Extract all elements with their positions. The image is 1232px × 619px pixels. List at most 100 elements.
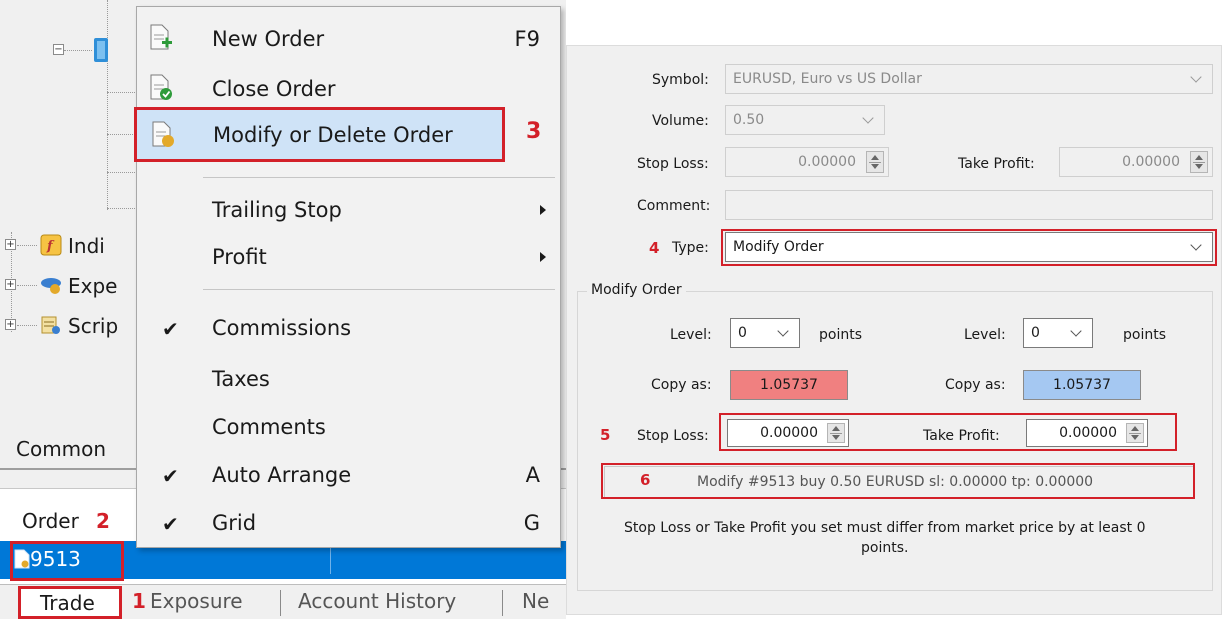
checkmark-icon: ✔ bbox=[162, 317, 179, 341]
copy-as-label-left: Copy as: bbox=[651, 377, 712, 393]
highlight-box bbox=[601, 463, 1195, 499]
symbol-select[interactable]: EURUSD, Euro vs US Dollar bbox=[725, 64, 1213, 94]
step-badge-4: 4 bbox=[649, 239, 660, 257]
close-order-icon bbox=[150, 74, 172, 100]
expert-icon bbox=[41, 278, 61, 294]
symbol-label: Symbol: bbox=[652, 72, 709, 88]
type-label: Type: bbox=[672, 240, 709, 256]
tree-expand-icon[interactable]: + bbox=[5, 319, 16, 330]
tree-item-scripts[interactable]: Scrip bbox=[68, 314, 118, 338]
menu-item-auto-arrange[interactable]: ✔ Auto Arrange A bbox=[137, 455, 562, 495]
highlight-box bbox=[719, 413, 1177, 451]
tab-news[interactable]: Ne bbox=[522, 589, 549, 613]
menu-item-label: Close Order bbox=[212, 77, 336, 101]
volume-label: Volume: bbox=[652, 113, 709, 129]
highlight-box bbox=[721, 229, 1217, 266]
column-divider bbox=[330, 548, 331, 574]
menu-item-close-order[interactable]: Close Order bbox=[137, 69, 562, 109]
tree-collapse-icon[interactable]: − bbox=[53, 44, 64, 55]
step-badge-1: 1 bbox=[132, 589, 146, 613]
shortcut-key: F9 bbox=[514, 27, 540, 51]
stop-loss-spinner[interactable] bbox=[866, 151, 884, 173]
spin-down-icon bbox=[1195, 164, 1203, 169]
tree-line bbox=[107, 208, 135, 209]
take-profit-label: Take Profit: bbox=[958, 156, 1035, 172]
menu-item-trailing-stop[interactable]: Trailing Stop bbox=[137, 190, 562, 230]
tab-separator bbox=[502, 590, 503, 616]
copy-as-stop-loss-button[interactable]: 1.05737 bbox=[730, 370, 848, 400]
menu-item-comments[interactable]: Comments bbox=[137, 407, 562, 447]
menu-item-new-order[interactable]: New Order F9 bbox=[137, 19, 562, 59]
level-value-left: 0 bbox=[738, 325, 747, 341]
step-badge-3: 3 bbox=[526, 119, 542, 144]
menu-item-profit[interactable]: Profit bbox=[137, 237, 562, 277]
step-badge-2: 2 bbox=[96, 509, 110, 533]
spin-divider bbox=[869, 162, 881, 163]
tab-account-history[interactable]: Account History bbox=[298, 589, 456, 613]
spin-up-icon bbox=[871, 155, 879, 160]
tree-item-indicators[interactable]: Indi bbox=[68, 234, 105, 258]
tree-line bbox=[17, 325, 37, 326]
group-title: Modify Order bbox=[587, 282, 686, 298]
chevron-down-icon bbox=[777, 325, 789, 337]
take-profit-field[interactable]: 0.00000 bbox=[1059, 147, 1213, 177]
menu-item-label: Profit bbox=[212, 245, 267, 269]
new-order-icon bbox=[150, 24, 172, 50]
tree-expand-icon[interactable]: + bbox=[5, 239, 16, 250]
tree-line bbox=[107, 0, 108, 210]
checkmark-icon: ✔ bbox=[162, 512, 179, 536]
tree-line bbox=[64, 50, 92, 51]
chevron-down-icon bbox=[1070, 325, 1082, 337]
tree-line bbox=[107, 92, 135, 93]
note-line-1: Stop Loss or Take Profit you set must di… bbox=[624, 520, 1146, 536]
menu-item-commissions[interactable]: ✔ Commissions bbox=[137, 308, 562, 348]
tree-line bbox=[17, 285, 37, 286]
take-profit-spinner[interactable] bbox=[1190, 151, 1208, 173]
tab-trade-label[interactable]: Trade bbox=[40, 591, 95, 615]
chevron-down-icon bbox=[862, 112, 874, 124]
level-select-right[interactable]: 0 bbox=[1023, 318, 1093, 348]
menu-item-label: New Order bbox=[212, 27, 325, 51]
menu-separator bbox=[203, 289, 555, 290]
copy-as-label-right: Copy as: bbox=[945, 377, 1006, 393]
context-menu: New Order F9 Close Order Modify or Delet… bbox=[134, 6, 562, 548]
step-badge-5: 5 bbox=[600, 426, 611, 444]
sl-label: Stop Loss: bbox=[637, 428, 709, 444]
submenu-arrow-icon bbox=[540, 252, 546, 262]
volume-value: 0.50 bbox=[733, 112, 765, 128]
stop-loss-field[interactable]: 0.00000 bbox=[725, 147, 889, 177]
tree-line bbox=[17, 245, 37, 246]
step-badge-6: 6 bbox=[640, 471, 651, 489]
note-line-2: points. bbox=[861, 540, 909, 556]
symbol-value: EURUSD, Euro vs US Dollar bbox=[733, 71, 922, 87]
tab-exposure[interactable]: Exposure bbox=[150, 589, 243, 613]
level-select-left[interactable]: 0 bbox=[730, 318, 800, 348]
stop-loss-label: Stop Loss: bbox=[637, 156, 709, 172]
navigator-tab-common[interactable]: Common bbox=[16, 437, 106, 461]
modify-order-icon bbox=[152, 121, 174, 147]
comment-label: Comment: bbox=[637, 198, 711, 214]
menu-item-label: Auto Arrange bbox=[212, 463, 352, 487]
submenu-arrow-icon bbox=[540, 205, 546, 215]
spin-divider bbox=[1193, 162, 1205, 163]
menu-item-modify-order[interactable]: Modify or Delete Order bbox=[134, 107, 505, 162]
menu-item-grid[interactable]: ✔ Grid G bbox=[137, 503, 562, 543]
order-column-header[interactable]: Order bbox=[22, 509, 79, 533]
take-profit-value: 0.00000 bbox=[1122, 154, 1180, 170]
accounts-folder-icon bbox=[94, 38, 108, 62]
tree-expand-icon[interactable]: + bbox=[5, 279, 16, 290]
spin-up-icon bbox=[1195, 155, 1203, 160]
menu-item-label: Trailing Stop bbox=[212, 198, 342, 222]
stop-loss-value: 0.00000 bbox=[798, 154, 856, 170]
volume-select[interactable]: 0.50 bbox=[725, 105, 885, 135]
chevron-down-icon bbox=[1190, 71, 1202, 83]
menu-item-label: Comments bbox=[212, 415, 326, 439]
tree-item-experts[interactable]: Expe bbox=[68, 274, 117, 298]
copy-as-take-profit-button[interactable]: 1.05737 bbox=[1023, 370, 1141, 400]
highlight-box bbox=[10, 541, 124, 581]
mt4-terminal-panel: − + f Indi + Expe + Scrip Common Order 2… bbox=[0, 0, 566, 619]
menu-item-label: Commissions bbox=[212, 316, 352, 340]
menu-item-taxes[interactable]: Taxes bbox=[137, 359, 562, 399]
script-icon bbox=[41, 316, 60, 334]
comment-field[interactable] bbox=[725, 190, 1213, 220]
